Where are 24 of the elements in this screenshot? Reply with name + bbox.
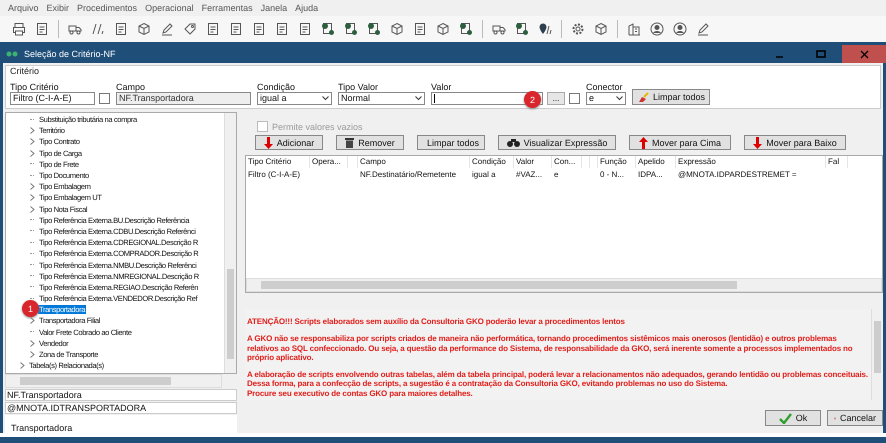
warning-text: ATENÇÃO!!! Scripts elaborados sem auxílio da Consultoria GKO poderão levar a procedimentos lentos xyxy=(247,317,626,326)
field-label: Campo xyxy=(116,82,146,92)
warning-text: A GKO não se responsabiliza por scripts criados de maneira não performática, tornando procedimentos sistêmicos mais onerosos (lentidão) e outros problemas relativos ao SQL confeccionado. Ou seja, a questão da performance do Sistema, de responsabilidade da GKO, será inerente somente a processos implementados no próprio aplicativo. xyxy=(247,334,854,362)
table-cell-text: 0 - N... xyxy=(599,170,626,178)
table-cell-text: igual a xyxy=(471,170,497,178)
field-path-field: NF.Transportadora xyxy=(5,389,237,401)
table-cell-text: NF.Destinatário/Remetente xyxy=(359,170,458,178)
field-label: Tipo Valor xyxy=(338,82,380,92)
field-label: Conector xyxy=(586,82,624,92)
checkbox-label: Permite valores vazios xyxy=(272,122,363,132)
table-cell-text: IDPA... xyxy=(637,170,664,178)
expression-field: @MNOTA.IDTRANSPORTADORA xyxy=(5,402,237,414)
table-cell-text: #VAZ... xyxy=(515,170,544,178)
warning-text: A elaboração de scripts envolvendo outras tabelas, além da tabela principal, poderá levar a relacionamentos não adequados, gerando lentidão ou problemas conceituais. Dessa forma, para a confecção de scripts, a sugestão é a contratação da Consultoria GKO, evitando problemas no uso do Sistema. xyxy=(247,370,869,389)
field-label: Condição xyxy=(257,82,296,92)
field-label: Tipo Critério xyxy=(10,82,60,92)
table-cell-text: e xyxy=(553,170,560,178)
table-cell-text: @MNOTA.IDPARDESTREMET = xyxy=(677,170,798,178)
table-cell-text: Filtro (C-I-A-E) xyxy=(247,170,301,178)
description-text: Transportadora xyxy=(5,415,237,433)
field-label: Valor xyxy=(431,82,452,92)
group-label: Critério xyxy=(10,66,40,76)
warning-text: Procure seu executivo de contas GKO para maiores detalhes. xyxy=(247,388,474,398)
window-title: Seleção de Critério-NF xyxy=(24,49,116,59)
